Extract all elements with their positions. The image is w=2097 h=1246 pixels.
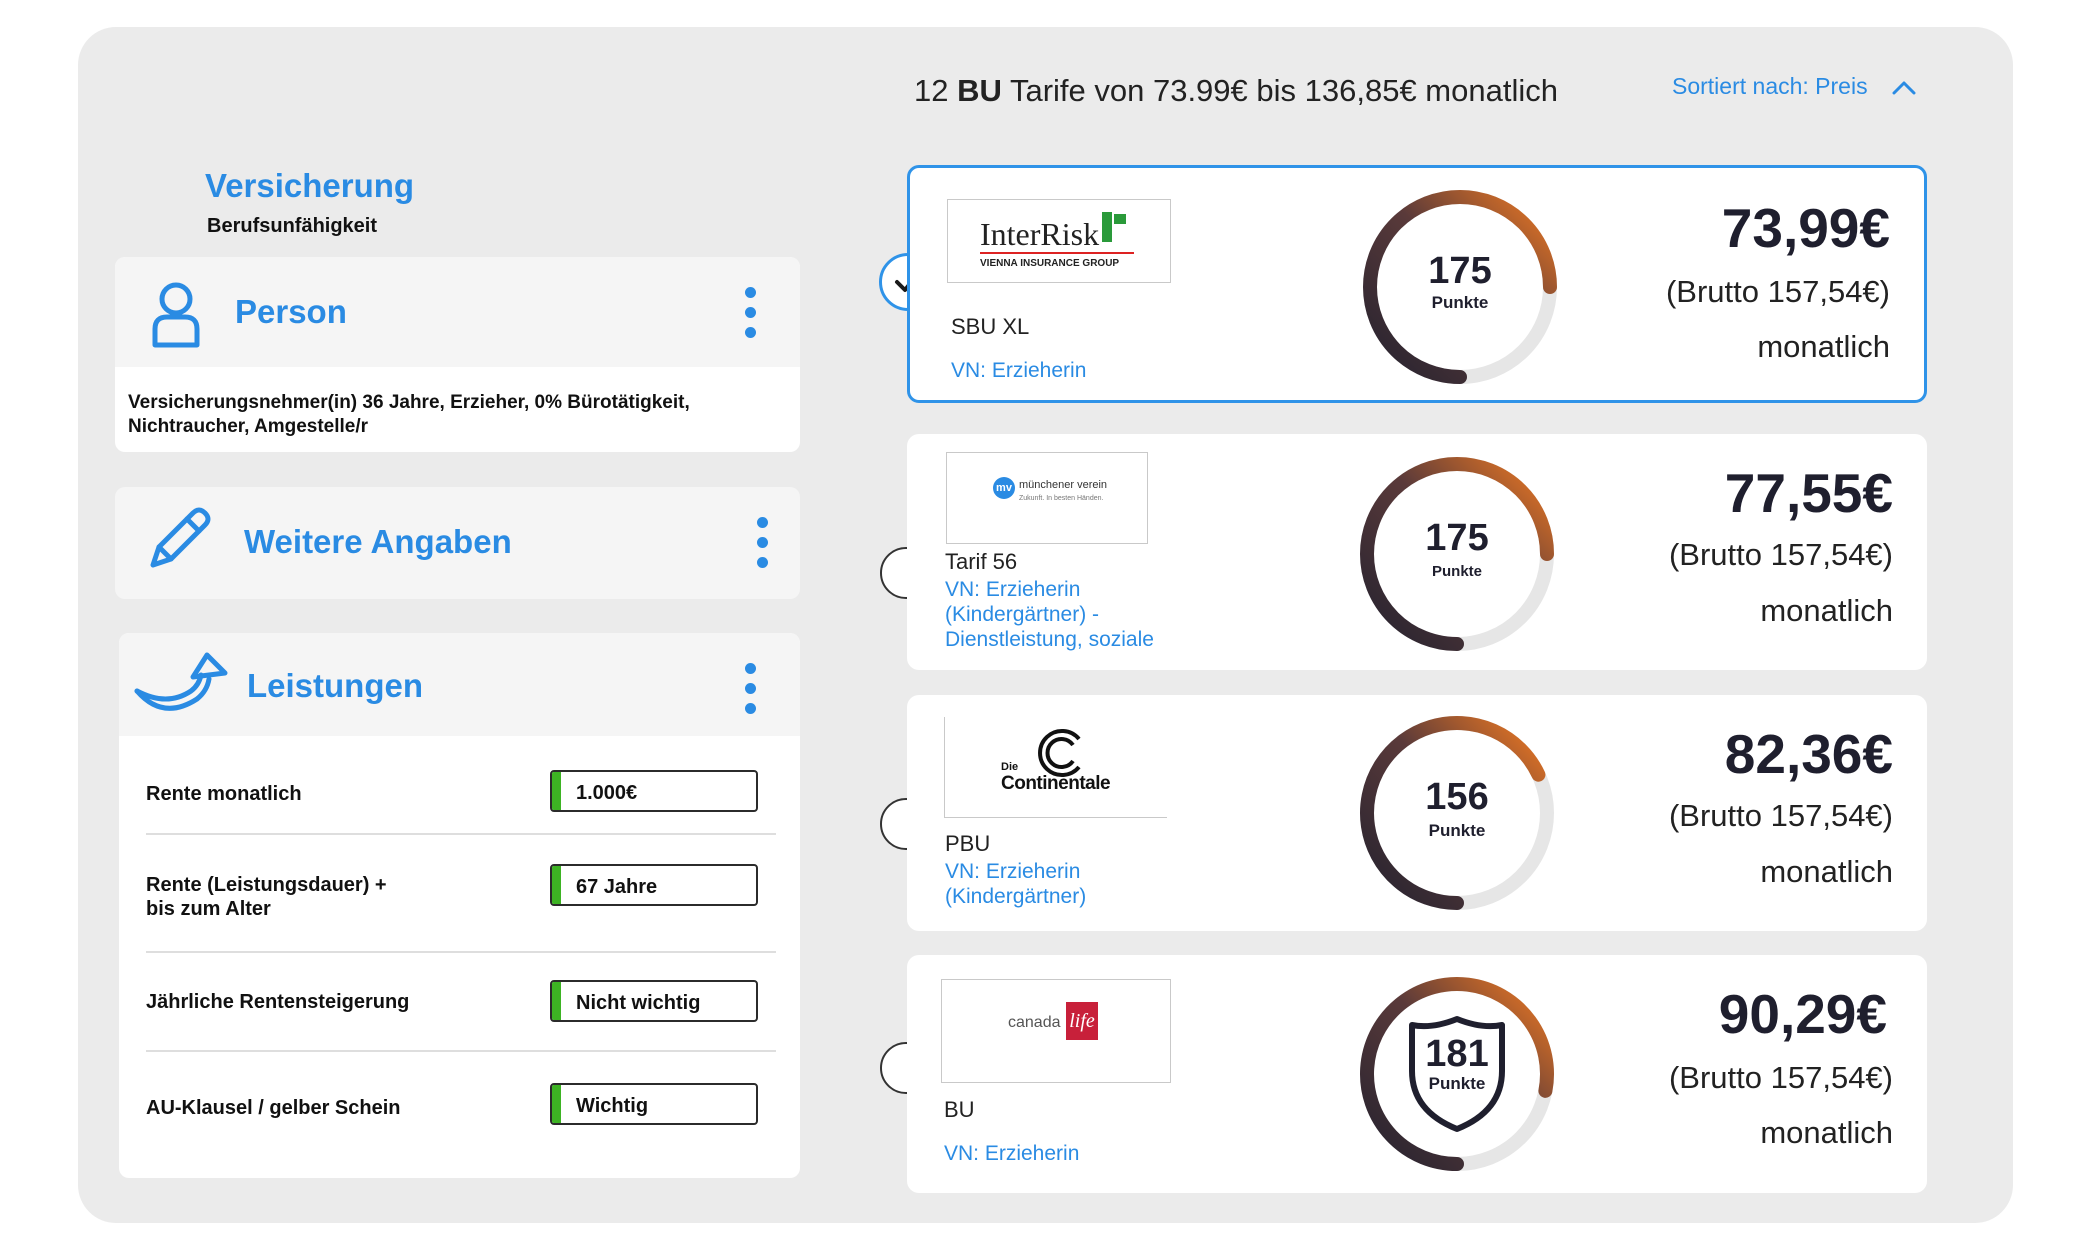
results-type: BU xyxy=(957,73,1002,108)
leistung-value-rente-text: 1.000€ xyxy=(576,782,638,804)
price-period: monatlich xyxy=(1760,593,1893,628)
logo-text-interrisk: InterRisk xyxy=(980,216,1100,252)
person-menu-icon[interactable] xyxy=(745,287,757,347)
leistung-value-dauer-text: 67 Jahre xyxy=(576,876,658,898)
continentale-c-icon xyxy=(1038,729,1081,777)
price-brutto: (Brutto 157,54€) xyxy=(1668,798,1893,833)
score-label: Punkte xyxy=(1431,563,1482,580)
tarif-name: Tarif 56 xyxy=(945,549,1018,574)
sort-label: Sortiert nach: Preis xyxy=(1672,73,1868,99)
vn-text: VN: Erzieherin xyxy=(951,359,1087,382)
vn-text: VN: Erzieherin xyxy=(944,1142,1080,1165)
price-period: monatlich xyxy=(1757,329,1890,364)
leistung-label-dauer: Rente (Leistungsdauer) + bis zum Alter xyxy=(146,874,387,920)
leistungen-card-header[interactable]: Leistungen xyxy=(119,633,800,736)
insurance-type: Berufsunfähigkeit xyxy=(207,215,378,237)
pencil-icon xyxy=(141,501,217,582)
score-value: 175 xyxy=(1428,250,1492,292)
price-period: monatlich xyxy=(1760,1115,1893,1150)
muenchener-verein-logo: mv münchener verein Zukunft. In besten H… xyxy=(946,452,1148,544)
leistung-value-steigerung-text: Nicht wichtig xyxy=(576,992,701,1014)
weitere-angaben-title: Weitere Angaben xyxy=(244,523,512,560)
vn-text: VN: Erzieherin (Kindergärtner) xyxy=(945,860,1087,908)
mv-badge: mv xyxy=(993,477,1015,499)
score-label: Punkte xyxy=(1431,293,1489,312)
score-value: 181 xyxy=(1425,1033,1489,1075)
leistung-value-steigerung[interactable]: Nicht wichtig xyxy=(550,980,758,1022)
leistung-value-au-klausel-text: Wichtig xyxy=(576,1095,649,1117)
price: 90,29€ xyxy=(1718,983,1887,1045)
leistungen-menu-icon[interactable] xyxy=(745,663,757,723)
section-title-versicherung: Versicherung xyxy=(205,167,415,204)
chevron-up-icon xyxy=(1892,74,1916,101)
logo-text-mv: münchener verein xyxy=(1019,479,1108,491)
offer-card-4[interactable]: canada life BU VN: Erzieherin 181 Punkte… xyxy=(907,955,1927,1193)
price-period: monatlich xyxy=(1760,854,1893,889)
price: 77,55€ xyxy=(1724,462,1893,524)
price: 73,99€ xyxy=(1721,197,1890,259)
results-range: Tarife von 73.99€ bis 136,85€ monatlich xyxy=(1009,73,1558,108)
leistungen-title: Leistungen xyxy=(247,667,424,704)
price-brutto: (Brutto 157,54€) xyxy=(1668,1060,1893,1095)
price-brutto: (Brutto 157,54€) xyxy=(1665,274,1890,309)
score-label: Punkte xyxy=(1428,821,1486,840)
logo-text-canada: canada xyxy=(1008,1014,1061,1031)
score-value: 175 xyxy=(1425,517,1489,559)
divider xyxy=(146,951,776,953)
canada-life-logo: canada life xyxy=(941,979,1171,1083)
vn-text: VN: Erzieherin (Kindergärtner) - Dienstl… xyxy=(945,578,1154,651)
tarif-name: PBU xyxy=(945,831,991,856)
interrisk-logo: InterRisk VIENNA INSURANCE GROUP xyxy=(947,199,1171,283)
offer-card-3[interactable]: Die Continentale PBU VN: Erzieherin (Kin… xyxy=(907,695,1927,931)
leistung-label-rente: Rente monatlich xyxy=(146,783,302,805)
results-count: 12 xyxy=(914,73,949,108)
logo-sub-mv: Zukunft. In besten Händen. xyxy=(1019,495,1104,502)
score-label: Punkte xyxy=(1428,1074,1486,1093)
divider xyxy=(146,1050,776,1052)
logo-script-life: life xyxy=(1066,1002,1098,1040)
logo-small-continentale: Die xyxy=(1001,761,1019,773)
main-panel: Versicherung Berufsunfähigkeit Person Ve… xyxy=(78,27,2013,1223)
leistung-value-au-klausel[interactable]: Wichtig xyxy=(550,1083,758,1125)
leistung-label-steigerung: Jährliche Rentensteigerung xyxy=(146,991,410,1013)
person-card-header[interactable]: Person xyxy=(115,257,800,367)
leistung-value-rente[interactable]: 1.000€ xyxy=(550,770,758,812)
person-title: Person xyxy=(235,293,347,330)
tarif-name: BU xyxy=(944,1097,975,1122)
logo-sub-interrisk: VIENNA INSURANCE GROUP xyxy=(980,258,1120,269)
tarif-name: SBU XL xyxy=(951,314,1030,339)
sort-dropdown[interactable]: Sortiert nach: Preis xyxy=(1672,73,1916,101)
price: 82,36€ xyxy=(1724,723,1893,785)
person-description: Versicherungsnehmer(in) 36 Jahre, Erzieh… xyxy=(128,392,690,437)
leistung-value-dauer[interactable]: 67 Jahre xyxy=(550,864,758,906)
weitere-angaben-card[interactable]: Weitere Angaben xyxy=(115,487,800,599)
weitere-angaben-menu-icon[interactable] xyxy=(757,517,769,577)
person-icon xyxy=(151,281,201,354)
continentale-logo: Die Continentale xyxy=(944,717,1167,818)
logo-main-continentale: Continentale xyxy=(1001,773,1111,794)
arrow-up-icon xyxy=(133,651,229,724)
price-brutto: (Brutto 157,54€) xyxy=(1668,537,1893,572)
leistung-label-au-klausel: AU-Klausel / gelber Schein xyxy=(146,1097,401,1119)
results-summary: 12 BU Tarife von 73.99€ bis 136,85€ mona… xyxy=(914,73,1558,109)
offer-card-1[interactable]: InterRisk VIENNA INSURANCE GROUP SBU XL … xyxy=(907,165,1927,403)
offer-card-2[interactable]: mv münchener verein Zukunft. In besten H… xyxy=(907,434,1927,670)
score-value: 156 xyxy=(1425,776,1489,818)
divider xyxy=(146,833,776,835)
